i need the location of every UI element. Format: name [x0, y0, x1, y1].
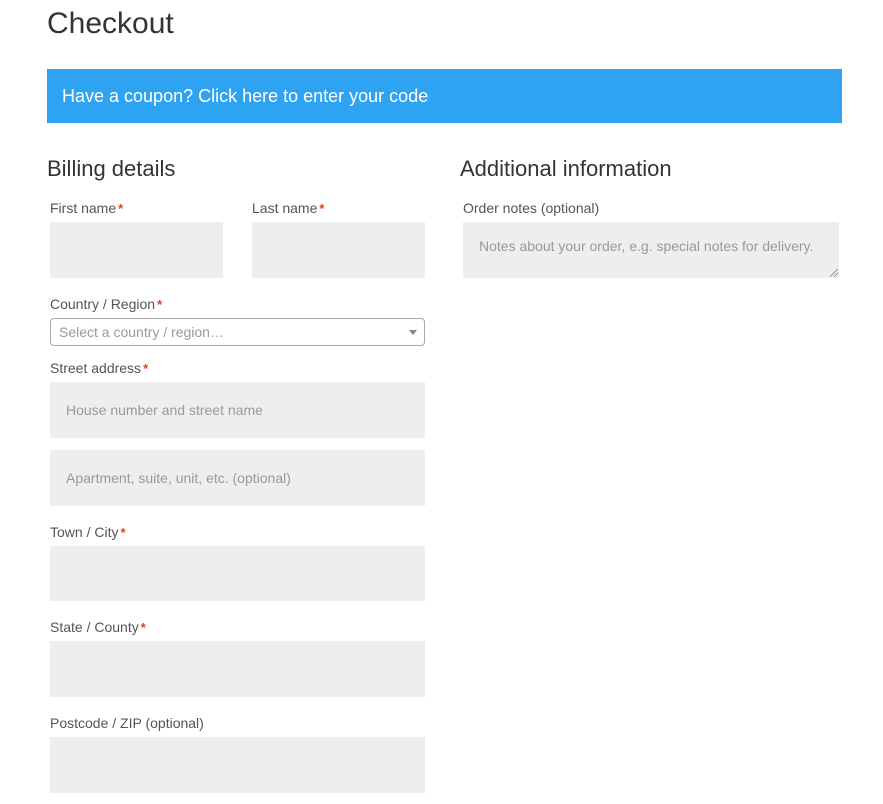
coupon-toggle-link[interactable]: Have a coupon? Click here to enter your … [47, 69, 842, 123]
additional-heading: Additional information [460, 156, 672, 181]
street-address-line2-input[interactable]: Apartment, suite, unit, etc. (optional) [50, 450, 425, 506]
street-address-line1-input[interactable]: House number and street name [50, 382, 425, 438]
required-marker: * [319, 201, 325, 216]
first-name-label: First name * [50, 199, 123, 217]
billing-heading: Billing details [47, 156, 176, 181]
street-address-label: Street address * [50, 359, 148, 377]
street-line1-placeholder: House number and street name [66, 402, 263, 418]
postcode-input[interactable] [50, 737, 425, 793]
first-name-label-text: First name [50, 200, 117, 216]
country-select[interactable]: Select a country / region… [50, 318, 425, 346]
additional-information-section: Additional information Order notes (opti… [460, 150, 842, 278]
billing-details-section: Billing details First name * Last name * C… [47, 150, 428, 793]
city-label-text: Town / City [50, 524, 119, 540]
country-label: Country / Region * [50, 295, 162, 313]
required-marker: * [143, 361, 149, 376]
city-input[interactable] [50, 546, 425, 601]
first-name-input[interactable] [50, 222, 223, 278]
order-notes-placeholder: Notes about your order, e.g. special not… [479, 238, 814, 254]
street-address-label-text: Street address [50, 360, 142, 376]
required-marker: * [157, 297, 163, 312]
last-name-input[interactable] [252, 222, 425, 278]
resize-handle-icon[interactable] [830, 269, 838, 277]
chevron-down-icon [409, 330, 417, 335]
required-marker: * [140, 620, 146, 635]
order-notes-textarea[interactable]: Notes about your order, e.g. special not… [463, 222, 839, 278]
state-label: State / County * [50, 618, 146, 636]
state-input[interactable] [50, 641, 425, 697]
page-title: Checkout [47, 7, 174, 40]
country-label-text: Country / Region [50, 296, 156, 312]
postcode-label: Postcode / ZIP (optional) [50, 714, 204, 732]
required-marker: * [120, 525, 126, 540]
required-marker: * [118, 201, 124, 216]
city-label: Town / City * [50, 523, 126, 541]
country-select-placeholder: Select a country / region… [59, 324, 224, 340]
street-line2-placeholder: Apartment, suite, unit, etc. (optional) [66, 470, 291, 486]
last-name-label: Last name * [252, 199, 324, 217]
order-notes-label: Order notes (optional) [463, 200, 600, 216]
state-label-text: State / County [50, 619, 139, 635]
postcode-label-text: Postcode / ZIP (optional) [50, 715, 204, 731]
last-name-label-text: Last name [252, 200, 318, 216]
